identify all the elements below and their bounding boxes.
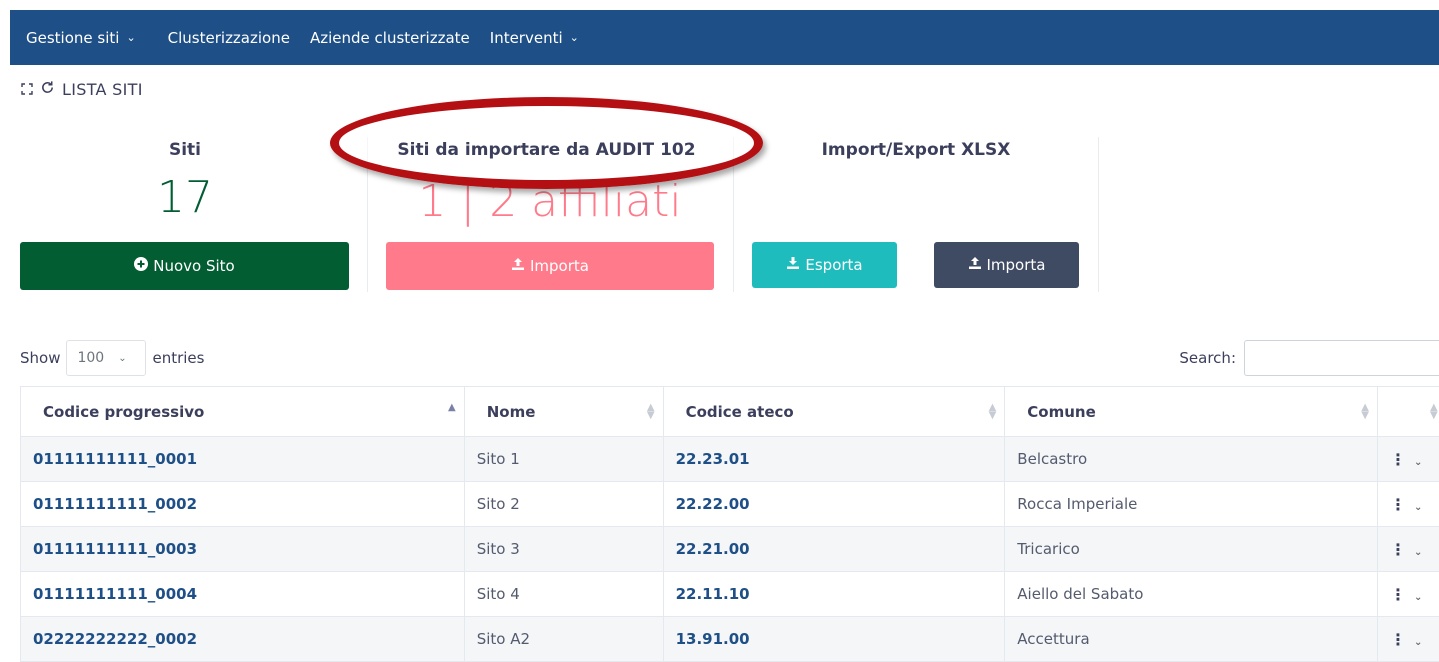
column-header-label: Nome (487, 403, 536, 421)
chevron-down-icon: ⌄ (126, 31, 135, 44)
sort-icon: ▲▼ (989, 404, 997, 420)
sort-asc-icon: ▲ (448, 404, 456, 412)
chevron-down-icon[interactable]: ⌄ (1414, 547, 1422, 558)
show-label: Show (20, 349, 60, 367)
column-header-ateco[interactable]: Codice ateco ▲▼ (663, 387, 1005, 437)
more-vertical-icon[interactable]: ⋮ (1390, 540, 1406, 559)
entries-label: entries (152, 349, 204, 367)
table-row[interactable]: 01111111111_0001 Sito 1 22.23.01 Belcast… (21, 437, 1439, 482)
cell-nome: Sito 3 (464, 527, 663, 572)
sort-icon: ▲▼ (1430, 404, 1438, 420)
row-actions-menu[interactable]: ⋮⌄ (1377, 437, 1439, 482)
panel-xlsx-title: Import/Export XLSX (733, 140, 1099, 160)
table-row[interactable]: 01111111111_0003 Sito 3 22.21.00 Tricari… (21, 527, 1439, 572)
section-header: LISTA SITI (21, 80, 143, 99)
cell-ateco: 13.91.00 (663, 617, 1005, 662)
cell-codice[interactable]: 01111111111_0004 (21, 572, 465, 617)
column-header-comune[interactable]: Comune ▲▼ (1005, 387, 1378, 437)
table-header-row: Codice progressivo ▲ Nome ▲▼ Codice atec… (21, 387, 1439, 437)
refresh-icon[interactable] (40, 80, 55, 99)
importa-xlsx-button[interactable]: Importa (934, 242, 1079, 288)
sort-icon: ▲▼ (647, 404, 655, 420)
column-header-label: Codice progressivo (43, 403, 204, 421)
column-header-label: Codice ateco (686, 403, 794, 421)
section-title: LISTA SITI (62, 80, 143, 99)
upload-icon (511, 257, 525, 275)
table-row[interactable]: 01111111111_0004 Sito 4 22.11.10 Aiello … (21, 572, 1439, 617)
cell-nome: Sito 2 (464, 482, 663, 527)
cell-nome: Sito 4 (464, 572, 663, 617)
cell-comune: Tricarico (1005, 527, 1378, 572)
panel-audit-title: Siti da importare da AUDIT 102 (330, 140, 763, 160)
entries-select[interactable]: 100 ⌄ (66, 340, 146, 376)
search-input[interactable] (1244, 340, 1439, 376)
column-header-nome[interactable]: Nome ▲▼ (464, 387, 663, 437)
nav-aziende-clusterizzate-label: Aziende clusterizzate (310, 29, 470, 47)
more-vertical-icon[interactable]: ⋮ (1390, 450, 1406, 469)
column-header-codice[interactable]: Codice progressivo ▲ (21, 387, 465, 437)
upload-icon (968, 256, 982, 274)
esporta-label: Esporta (805, 256, 862, 274)
cell-codice[interactable]: 01111111111_0003 (21, 527, 465, 572)
download-icon (786, 256, 800, 274)
search-control: Search: (1179, 340, 1439, 376)
nuovo-sito-label: Nuovo Sito (153, 257, 234, 275)
chevron-down-icon[interactable]: ⌄ (1414, 637, 1422, 648)
column-header-actions[interactable]: ▲▼ (1377, 387, 1439, 437)
siti-count: 17 (20, 172, 350, 223)
more-vertical-icon[interactable]: ⋮ (1390, 495, 1406, 514)
cell-nome: Sito 1 (464, 437, 663, 482)
row-actions-menu[interactable]: ⋮⌄ (1377, 572, 1439, 617)
cell-codice[interactable]: 02222222222_0002 (21, 617, 465, 662)
chevron-down-icon: ⌄ (570, 31, 579, 44)
show-entries-control: Show 100 ⌄ entries (20, 340, 204, 376)
nav-interventi-label: Interventi (490, 29, 563, 47)
cell-comune: Rocca Imperiale (1005, 482, 1378, 527)
sites-table: Codice progressivo ▲ Nome ▲▼ Codice atec… (20, 386, 1439, 662)
more-vertical-icon[interactable]: ⋮ (1390, 585, 1406, 604)
chevron-down-icon: ⌄ (118, 353, 126, 364)
cell-comune: Accettura (1005, 617, 1378, 662)
cell-ateco: 22.22.00 (663, 482, 1005, 527)
column-header-label: Comune (1027, 403, 1095, 421)
cell-codice[interactable]: 01111111111_0002 (21, 482, 465, 527)
row-actions-menu[interactable]: ⋮⌄ (1377, 617, 1439, 662)
nav-gestione-siti[interactable]: Gestione siti ⌄ (26, 29, 136, 47)
cell-ateco: 22.23.01 (663, 437, 1005, 482)
chevron-down-icon[interactable]: ⌄ (1414, 502, 1422, 513)
table-row[interactable]: 02222222222_0002 Sito A2 13.91.00 Accett… (21, 617, 1439, 662)
table-row[interactable]: 01111111111_0002 Sito 2 22.22.00 Rocca I… (21, 482, 1439, 527)
entries-value: 100 (77, 350, 104, 366)
row-actions-menu[interactable]: ⋮⌄ (1377, 527, 1439, 572)
nuovo-sito-button[interactable]: Nuovo Sito (20, 242, 349, 290)
importa-xlsx-label: Importa (987, 256, 1046, 274)
panel-siti-title: Siti (20, 140, 350, 160)
importa-audit-button[interactable]: Importa (386, 242, 714, 290)
plus-circle-icon (134, 257, 148, 275)
nav-aziende-clusterizzate[interactable]: Aziende clusterizzate (310, 29, 470, 47)
more-vertical-icon[interactable]: ⋮ (1390, 630, 1406, 649)
chevron-down-icon[interactable]: ⌄ (1414, 457, 1422, 468)
fullscreen-icon[interactable] (21, 81, 33, 99)
cell-nome: Sito A2 (464, 617, 663, 662)
cell-codice[interactable]: 01111111111_0001 (21, 437, 465, 482)
nav-gestione-siti-label: Gestione siti (26, 29, 119, 47)
search-label: Search: (1179, 349, 1236, 367)
chevron-down-icon[interactable]: ⌄ (1414, 592, 1422, 603)
sort-icon: ▲▼ (1361, 404, 1369, 420)
cell-ateco: 22.11.10 (663, 572, 1005, 617)
importa-audit-label: Importa (530, 257, 589, 275)
nav-clusterizzazione-label: Clusterizzazione (168, 29, 290, 47)
cell-comune: Aiello del Sabato (1005, 572, 1378, 617)
top-navbar: Gestione siti ⌄ Clusterizzazione Aziende… (10, 10, 1439, 65)
cell-ateco: 22.21.00 (663, 527, 1005, 572)
cell-comune: Belcastro (1005, 437, 1378, 482)
panel-divider (1098, 137, 1099, 292)
esporta-button[interactable]: Esporta (752, 242, 897, 288)
row-actions-menu[interactable]: ⋮⌄ (1377, 482, 1439, 527)
nav-clusterizzazione[interactable]: Clusterizzazione (168, 29, 290, 47)
nav-interventi[interactable]: Interventi ⌄ (490, 29, 579, 47)
